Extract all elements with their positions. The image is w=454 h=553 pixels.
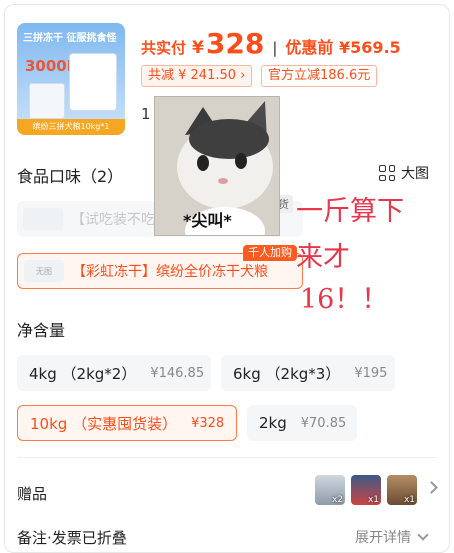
weight-option-6kg[interactable]: 6kg （2kg*3） ¥195 [221,355,395,391]
weight-option-2kg[interactable]: 2kg ¥70.85 [247,405,357,441]
total-label: 共实付 [141,39,187,57]
weight-option-label: 10kg （实惠囤货装） [30,414,178,433]
large-image-toggle[interactable]: 大图 [379,163,429,183]
gift-item[interactable]: x2 [315,475,345,505]
handwriting-line-2: 来才 [296,242,350,273]
weight-option-price: ¥70.85 [300,415,347,431]
pre-discount-price: 优惠前 ¥569.5 [285,38,401,57]
direct-discount-tag: 官方立减186.6元 [261,65,378,87]
gift-item[interactable]: x1 [387,475,417,505]
divider [17,457,437,458]
quantity-stepper[interactable]: 1 [141,105,151,123]
meme-caption: *尖叫* [183,211,232,230]
thumb-footer: 缤纷三拼犬粮10kg*1 [17,119,125,135]
large-image-label: 大图 [401,166,429,182]
weight-option-10kg-selected[interactable]: 10kg （实惠囤货装） ¥328 [17,405,237,441]
flavor-option-label: 【彩虹冻干】缤纷全价冻干犬粮 [72,264,268,280]
weight-option-price: ¥195 [354,365,388,381]
gift-quantity: x1 [367,495,379,505]
weight-option-label: 6kg （2kg*3） [233,364,341,383]
weight-option-label: 4kg （2kg*2） [29,364,137,383]
expand-details-button[interactable]: 展开详情 [355,527,429,547]
gifts-label: 赠品 [17,485,48,503]
option-thumbnail: 无图 [24,260,64,282]
weight-option-price: ¥328 [191,415,225,431]
gift-quantity: x1 [403,495,415,505]
popular-badge: 千人加购 [243,245,297,261]
gift-item[interactable]: x1 [351,475,381,505]
grid-icon [379,165,395,181]
order-sheet: 三拼冻干 征服挑食怪 3000IU 缤纷三拼犬粮10kg*1 共实付 ¥ 328… [4,4,450,553]
savings-tag[interactable]: 共减 ¥ 241.50 › [141,65,253,87]
option-thumbnail [23,208,63,230]
thumb-title: 三拼冻干 征服挑食怪 [23,33,117,44]
handwriting-line-1: 一斤算下 [296,196,404,227]
gift-quantity: x2 [331,495,343,505]
chevron-right-icon[interactable] [425,481,438,494]
price-separator: | [272,39,278,57]
weight-option-price: ¥146.85 [150,365,205,381]
chevron-down-icon [417,529,429,541]
weight-section-title: 净含量 [17,321,66,340]
flavor-section-title: 食品口味（2） [17,167,124,186]
product-thumbnail[interactable]: 三拼冻干 征服挑食怪 3000IU 缤纷三拼犬粮10kg*1 [17,23,125,135]
quantity-value: 1 [141,105,151,123]
total-amount: 328 [205,27,265,60]
price-row: 共实付 ¥ 328 | 优惠前 ¥569.5 [141,27,401,60]
notes-invoice-label: 备注·发票已折叠 [17,529,127,547]
cat-meme-sticker: *尖叫* [154,96,280,236]
product-bag-icon [69,53,117,111]
weight-option-label: 2kg [259,414,287,432]
weight-option-4kg[interactable]: 4kg （2kg*2） ¥146.85 [17,355,211,391]
currency-symbol: ¥ [192,38,204,58]
expand-details-label: 展开详情 [355,530,411,546]
handwriting-line-3: 16！！ [300,284,389,315]
product-bag-small-icon [29,83,65,119]
